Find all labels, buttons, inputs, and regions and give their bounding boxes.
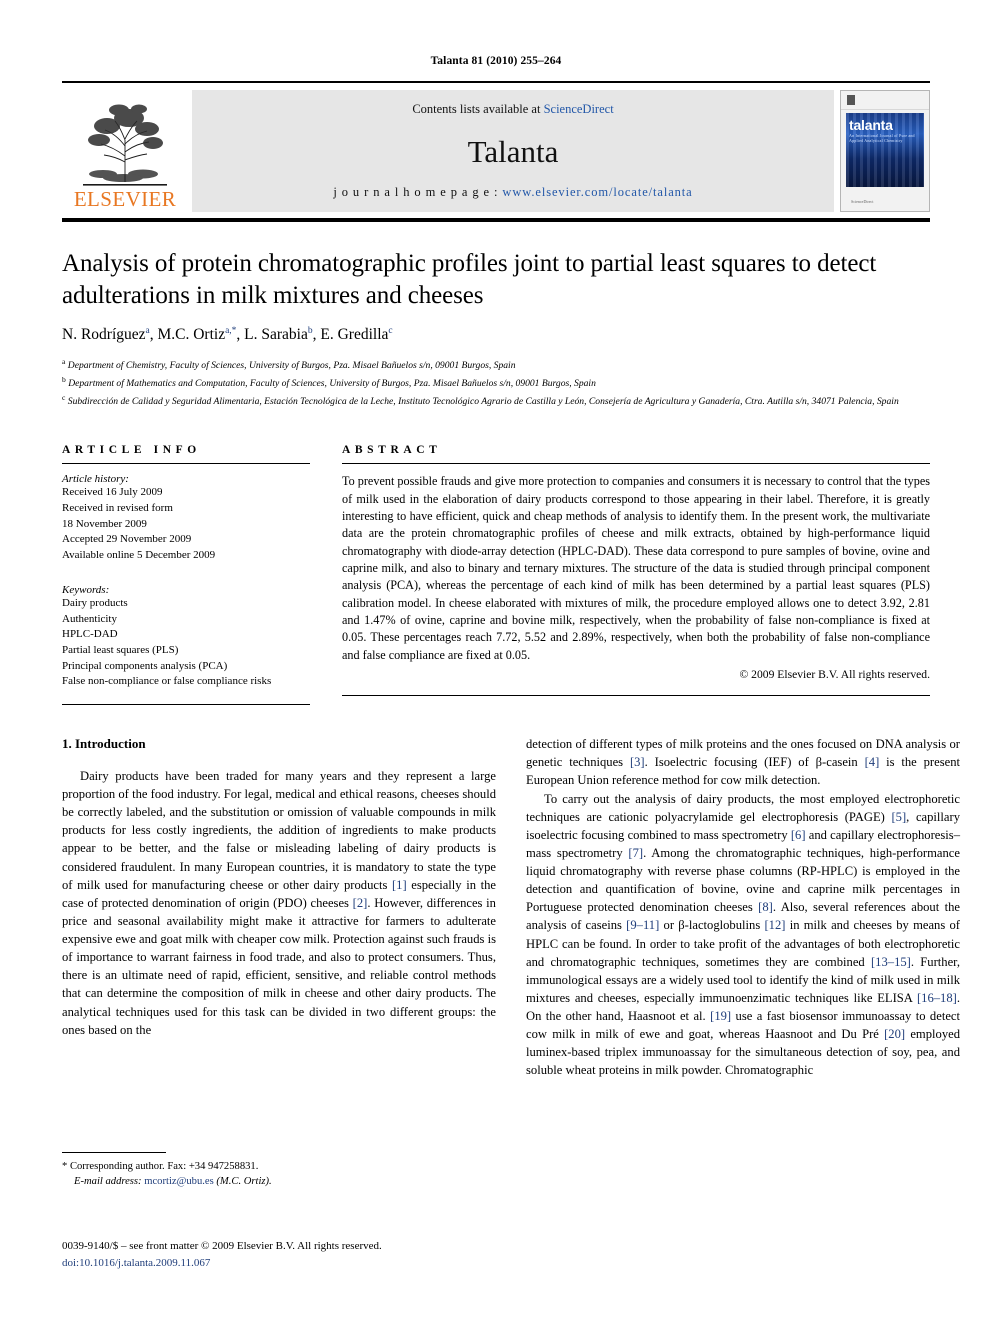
body-columns: 1. Introduction Dairy products have been… (62, 735, 960, 1079)
article-history-label: Article history: (62, 473, 129, 486)
cover-journal-title: talanta (849, 117, 893, 133)
affiliation-marker: a (62, 357, 66, 367)
abstract-copyright: © 2009 Elsevier B.V. All rights reserved… (739, 667, 930, 681)
email-link[interactable]: mcortiz@ubu.es (144, 1176, 213, 1187)
body-paragraph: Dairy products have been traded for many… (62, 768, 496, 1037)
journal-title: Talanta (467, 133, 559, 169)
journal-masthead: ELSEVIER Contents lists available at Sci… (62, 81, 930, 212)
section-heading-introduction: 1. Introduction (62, 736, 146, 752)
article-history-item: Received in revised form (62, 502, 173, 515)
journal-homepage-line: j o u r n a l h o m e p a g e : www.else… (333, 185, 692, 200)
keyword-item: Partial least squares (PLS) (62, 644, 179, 657)
affiliation-text: Subdirección de Calidad y Seguridad Alim… (67, 396, 899, 408)
keyword-item: Dairy products (62, 596, 128, 609)
page-title: Analysis of protein chromatographic prof… (62, 250, 877, 309)
article-history-item: Received 16 July 2009 (62, 486, 163, 499)
keyword-item: HPLC-DAD (62, 628, 118, 641)
affiliation-item: b Department of Mathematics and Computat… (62, 374, 930, 392)
cover-footer-text: ScienceDirect (851, 199, 874, 204)
cover-header-strip (841, 91, 929, 110)
keyword-item: Principal components analysis (PCA) (62, 659, 228, 672)
email-label: E-mail address: (74, 1176, 142, 1188)
affiliation-item: a Department of Chemistry, Faculty of Sc… (62, 356, 930, 374)
contents-available-line: Contents lists available at ScienceDirec… (412, 102, 613, 117)
abstract-text: To prevent possible frauds and give more… (342, 474, 930, 662)
masthead-center-band: Contents lists available at ScienceDirec… (192, 90, 834, 212)
elsevier-wordmark: ELSEVIER (73, 187, 177, 211)
masthead-bottom-rule (62, 218, 930, 222)
footnote-rule (62, 1152, 166, 1153)
title-block: Analysis of protein chromatographic prof… (62, 248, 930, 410)
cover-journal-subtitle: An International Journal of Pure and App… (849, 133, 915, 143)
abstract-rule (342, 463, 930, 465)
elsevier-tree-icon (77, 96, 173, 188)
keywords-label: Keywords: (62, 583, 110, 596)
email-owner: (M.C. Ortiz). (216, 1176, 272, 1188)
journal-cover-thumbnail: talanta An International Journal of Pure… (840, 90, 930, 212)
email-note: E-mail address: mcortiz@ubu.es (M.C. Ort… (62, 1174, 496, 1189)
page-footer: 0039-9140/$ – see front matter © 2009 El… (62, 1238, 622, 1271)
keyword-item: False non-compliance or false compliance… (62, 675, 272, 688)
paper-page: Talanta 81 (2010) 255–264 ELSEVIER Conte… (0, 0, 992, 1323)
contents-prefix-text: Contents lists available at (412, 102, 544, 116)
affiliation-text: Department of Mathematics and Computatio… (68, 378, 596, 390)
affiliation-text: Department of Chemistry, Faculty of Scie… (67, 360, 516, 372)
article-history-item: 18 November 2009 (62, 517, 147, 530)
affiliation-item: c Subdirección de Calidad y Seguridad Al… (62, 392, 930, 410)
doi-line: doi:10.1016/j.talanta.2009.11.067 (62, 1255, 622, 1272)
body-paragraph: To carry out the analysis of dairy produ… (526, 791, 961, 1078)
author-list: N. Rodrígueza, M.C. Ortiza,*, L. Sarabia… (62, 326, 393, 344)
doi-label: doi: (62, 1256, 80, 1269)
running-head: Talanta 81 (2010) 255–264 (430, 55, 562, 67)
sciencedirect-link[interactable]: ScienceDirect (544, 102, 614, 116)
doi-link[interactable]: 10.1016/j.talanta.2009.11.067 (79, 1257, 210, 1269)
article-history-item: Accepted 29 November 2009 (62, 533, 192, 546)
keywords-block: Keywords: Dairy products Authenticity HP… (62, 584, 310, 690)
front-matter-line: 0039-9140/$ – see front matter © 2009 El… (62, 1240, 382, 1252)
affiliation-marker: b (62, 375, 66, 385)
article-info-bottom-rule (62, 704, 310, 706)
abstract-column: ABSTRACT To prevent possible frauds and … (342, 444, 930, 705)
corresponding-author-note: * Corresponding author. Fax: +34 9472588… (62, 1161, 259, 1172)
article-info-column: ARTICLE INFO Article history: Received 1… (62, 444, 310, 706)
body-column-left: 1. Introduction Dairy products have been… (62, 735, 496, 1079)
affiliation-marker: c (62, 393, 66, 403)
article-history-item: Available online 5 December 2009 (62, 549, 216, 562)
footnote-area: * Corresponding author. Fax: +34 9472588… (62, 1152, 496, 1190)
affiliation-list: a Department of Chemistry, Faculty of Sc… (62, 356, 930, 410)
body-paragraph: detection of different types of milk pro… (526, 737, 960, 788)
article-info-rule (62, 463, 310, 465)
abstract-heading: ABSTRACT (342, 444, 442, 457)
elsevier-logo: ELSEVIER (62, 90, 188, 212)
keyword-item: Authenticity (62, 612, 117, 625)
homepage-prefix-text: j o u r n a l h o m e p a g e : (333, 185, 503, 199)
article-info-heading: ARTICLE INFO (62, 444, 201, 457)
info-abstract-row: ARTICLE INFO Article history: Received 1… (62, 444, 930, 706)
body-column-right: detection of different types of milk pro… (526, 735, 960, 1079)
abstract-bottom-rule (342, 694, 930, 696)
journal-homepage-link[interactable]: www.elsevier.com/locate/talanta (502, 185, 692, 199)
